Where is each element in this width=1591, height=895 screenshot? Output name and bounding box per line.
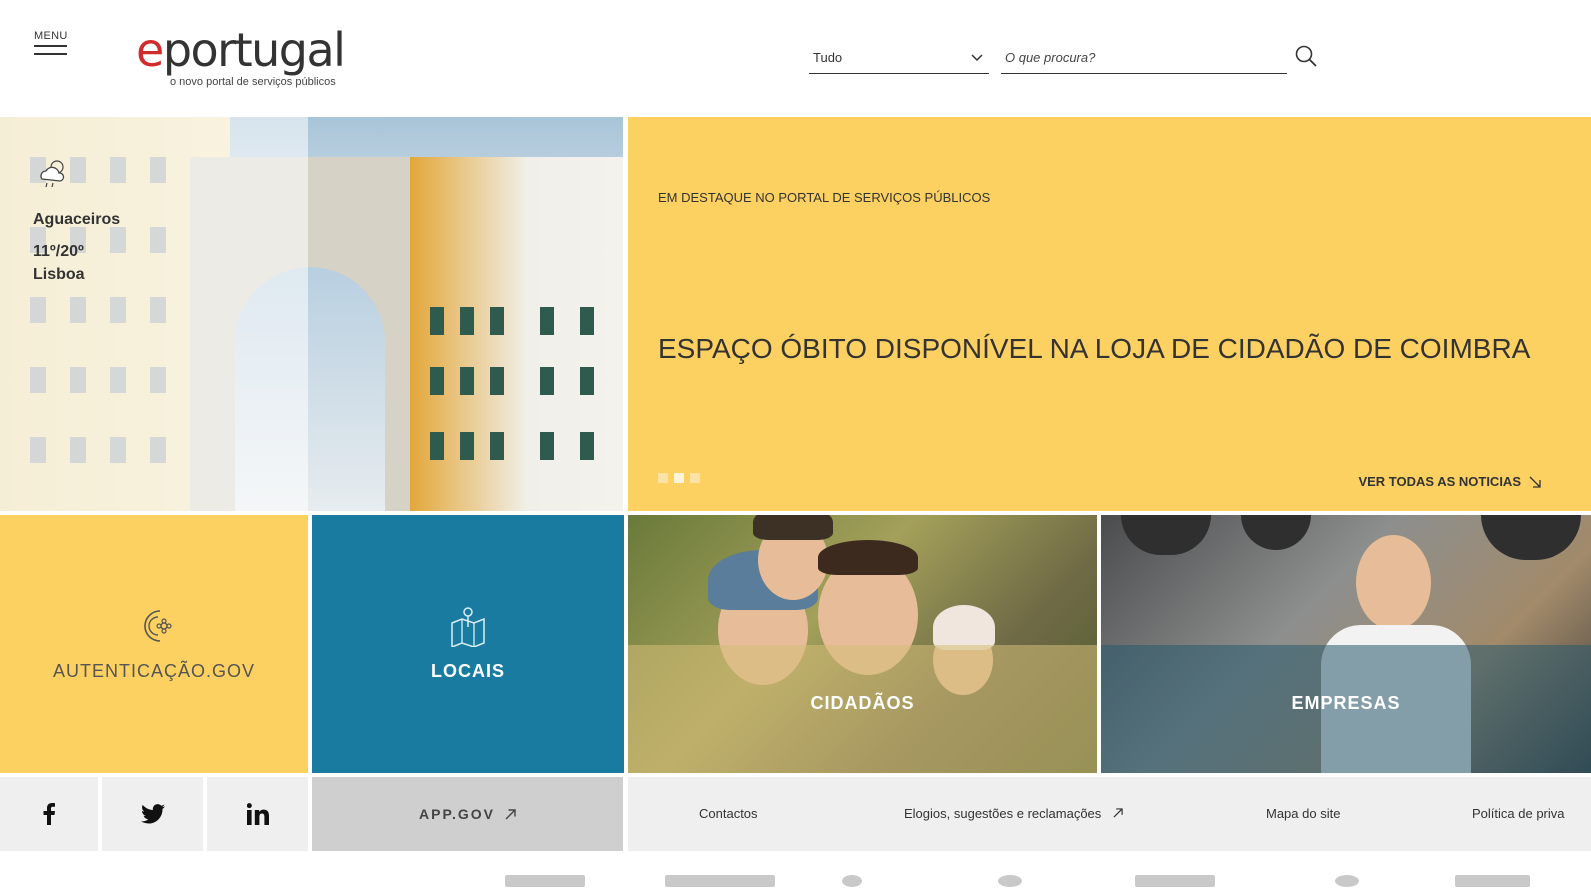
- facebook-icon: [43, 803, 55, 825]
- cloud-rain-sun-icon: [40, 160, 65, 188]
- twitter-icon: [140, 804, 165, 824]
- footer-link-elogios-label: Elogios, sugestões e reclamações: [904, 806, 1102, 821]
- person-photo: [1356, 535, 1431, 630]
- see-all-news-link[interactable]: VER TODAS AS NOTICIAS: [1358, 474, 1541, 489]
- menu-label: MENU: [34, 30, 68, 42]
- news-carousel: EM DESTAQUE NO PORTAL DE SERVIÇOS PÚBLIC…: [628, 117, 1591, 511]
- footer-link-elogios[interactable]: Elogios, sugestões e reclamações: [904, 806, 1123, 821]
- facebook-link[interactable]: [0, 777, 98, 851]
- search-scope-select[interactable]: Tudo: [809, 42, 989, 74]
- hero-photo: Aguaceiros 11º/20º Lisboa: [0, 117, 623, 511]
- weather-panel: Aguaceiros 11º/20º Lisboa: [0, 117, 308, 511]
- fingerprint-key-icon: [144, 610, 172, 642]
- tile-empresas[interactable]: EMPRESAS: [1101, 515, 1591, 773]
- tile-locais[interactable]: LOCAIS: [312, 515, 624, 773]
- tile-overlay: EMPRESAS: [1101, 645, 1591, 773]
- search-input[interactable]: [1001, 42, 1287, 74]
- pendant-lamp: [1481, 515, 1581, 560]
- tile-autenticacao-label: AUTENTICAÇÃO.GOV: [52, 661, 256, 681]
- tile-cidadaos-label: CIDADÃOS: [810, 693, 915, 713]
- linkedin-icon: [246, 803, 269, 825]
- tile-overlay: CIDADÃOS: [628, 645, 1097, 773]
- logo-wordmark: eportugal: [136, 22, 346, 78]
- search-scope-value: Tudo: [813, 50, 843, 65]
- partner-logo: [842, 875, 862, 887]
- map-pin-icon: [451, 607, 485, 647]
- hamburger-icon: [34, 45, 67, 47]
- partner-logo: [1335, 875, 1359, 887]
- menu-button[interactable]: MENU: [34, 30, 68, 70]
- external-link-icon: [1113, 808, 1123, 818]
- site-header: MENU eportugal o novo portal de serviços…: [0, 0, 1591, 117]
- footer-link-mapa[interactable]: Mapa do site: [1266, 806, 1340, 821]
- person-photo: [818, 540, 918, 575]
- compete-logo: [1455, 875, 1530, 887]
- ama-logo: [665, 875, 775, 887]
- linkedin-link[interactable]: [207, 777, 308, 851]
- external-link-icon: [505, 808, 516, 819]
- search-icon[interactable]: [1294, 44, 1318, 68]
- footer-link-contactos[interactable]: Contactos: [699, 806, 758, 821]
- tile-autenticacao[interactable]: AUTENTICAÇÃO.GOV: [0, 515, 308, 773]
- pendant-lamp: [1241, 515, 1311, 550]
- carousel-dot-active[interactable]: [674, 473, 684, 483]
- carousel-dot[interactable]: [658, 473, 668, 483]
- footer-links: Contactos Elogios, sugestões e reclamaçõ…: [628, 777, 1591, 851]
- news-kicker: EM DESTAQUE NO PORTAL DE SERVIÇOS PÚBLIC…: [658, 190, 991, 205]
- logo-e: e: [136, 23, 164, 77]
- building-right: [410, 157, 623, 511]
- app-gov-link[interactable]: APP.GOV: [312, 777, 623, 851]
- republica-logo: [505, 875, 585, 887]
- tile-cidadaos[interactable]: CIDADÃOS: [628, 515, 1097, 773]
- person-photo: [753, 515, 833, 540]
- carousel-dots: [658, 473, 700, 483]
- weather-city: Lisboa: [33, 266, 85, 283]
- partner-logo: [998, 875, 1022, 887]
- see-all-news-label: VER TODAS AS NOTICIAS: [1358, 474, 1521, 489]
- weather-description: Aguaceiros: [33, 211, 121, 228]
- eu-logo: [1135, 875, 1215, 887]
- arrow-down-right-icon: [1529, 476, 1541, 488]
- tile-locais-label: LOCAIS: [430, 661, 505, 681]
- logo-tagline: o novo portal de serviços públicos: [170, 76, 336, 88]
- carousel-dot[interactable]: [690, 473, 700, 483]
- twitter-link[interactable]: [102, 777, 203, 851]
- hamburger-icon: [34, 53, 67, 55]
- eportugal-logo[interactable]: eportugal o novo portal de serviços públ…: [136, 22, 366, 94]
- news-headline[interactable]: ESPAÇO ÓBITO DISPONÍVEL NA LOJA DE CIDAD…: [658, 333, 1530, 365]
- partner-logos-strip: [0, 855, 1591, 895]
- tile-empresas-label: EMPRESAS: [1291, 693, 1401, 713]
- pendant-lamp: [1121, 515, 1211, 555]
- chevron-down-icon: [971, 53, 983, 61]
- logo-word: portugal: [162, 23, 346, 77]
- footer-link-politica[interactable]: Política de priva: [1472, 806, 1565, 821]
- weather-temperature: 11º/20º: [33, 243, 84, 260]
- person-photo: [933, 605, 995, 650]
- app-gov-label: APP.GOV: [419, 806, 495, 822]
